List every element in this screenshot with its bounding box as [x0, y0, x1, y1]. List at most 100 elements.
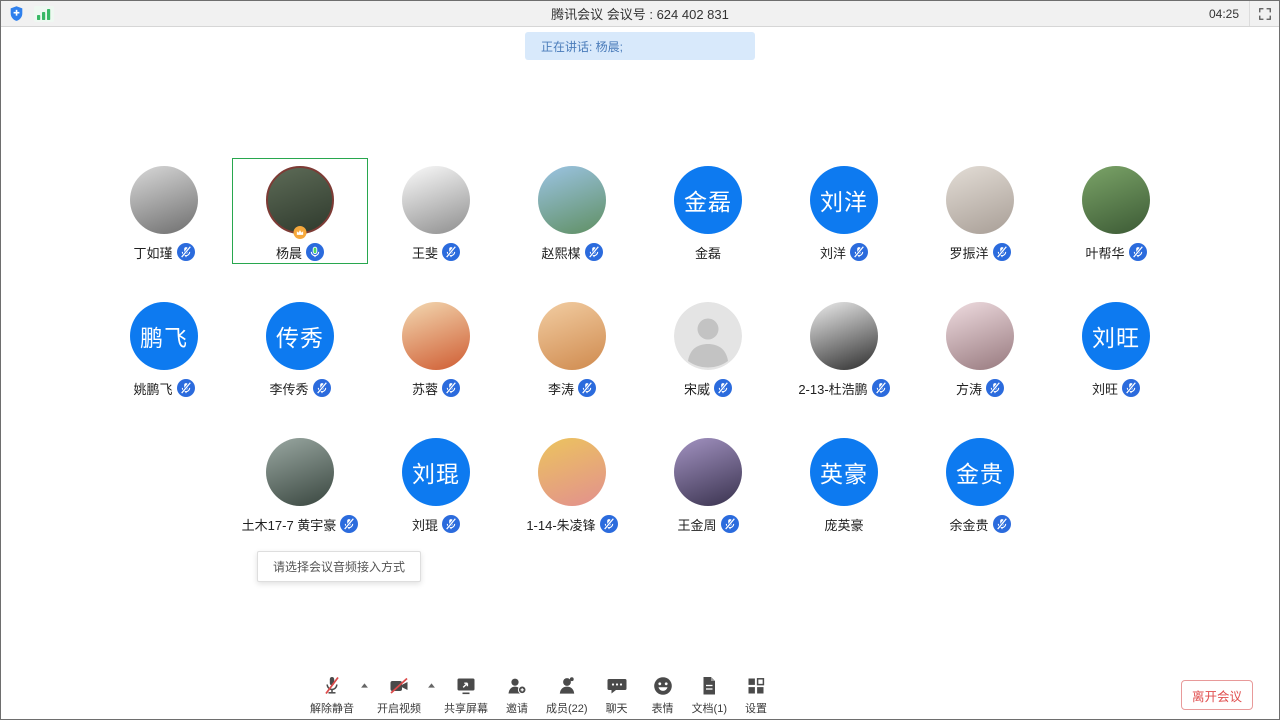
avatar: 金贵	[946, 438, 1014, 506]
toolbar-settings-button[interactable]: 设置	[733, 674, 779, 716]
participant-cell[interactable]: 王金周	[640, 430, 776, 536]
participant-label: 1-14-朱凌锋	[526, 514, 617, 534]
mic-muted-toolbar-icon	[320, 674, 344, 698]
participant-cell[interactable]: 方涛	[912, 294, 1048, 400]
mic-active-icon	[306, 243, 324, 261]
participant-row: 鹏飞姚鹏飞传秀李传秀苏蓉李涛宋威 2-13-杜浩鹏 方涛 刘旺刘旺	[1, 294, 1279, 400]
participant-cell[interactable]: 苏蓉	[368, 294, 504, 400]
shield-icon[interactable]	[9, 5, 24, 22]
participant-cell[interactable]: 1-14-朱凌锋	[504, 430, 640, 536]
participant-cell[interactable]: 刘旺刘旺	[1048, 294, 1184, 400]
avatar	[130, 166, 198, 234]
participant-cell[interactable]: 杨晨	[232, 158, 368, 264]
mic-muted-icon	[721, 515, 739, 533]
participant-label: 王斐	[412, 242, 460, 262]
participant-cell[interactable]: 赵熙楳	[504, 158, 640, 264]
toolbar-item-label: 开启视频	[377, 700, 421, 716]
dropdown-arrow-icon[interactable]	[360, 682, 369, 689]
avatar-image: 刘洋	[810, 166, 878, 234]
mic-muted-icon	[177, 243, 195, 261]
avatar-image: 鹏飞	[130, 302, 198, 370]
participant-name: 金磊	[695, 243, 721, 262]
participant-cell[interactable]: 传秀李传秀	[232, 294, 368, 400]
participant-cell[interactable]: 罗振洋	[912, 158, 1048, 264]
participant-cell[interactable]: 宋威	[640, 294, 776, 400]
participant-label: 2-13-杜浩鹏	[798, 378, 889, 398]
bottom-toolbar: 解除静音 开启视频 共享屏幕邀请成员(22) 聊天表情文档(1) 设置 离开会议	[1, 665, 1279, 719]
mic-muted-icon	[1122, 379, 1140, 397]
fullscreen-icon[interactable]	[1249, 1, 1279, 26]
participant-name: 刘旺	[1092, 379, 1118, 398]
participant-cell[interactable]: 金磊金磊	[640, 158, 776, 264]
avatar: 鹏飞	[130, 302, 198, 370]
toolbar-item-label: 设置	[745, 700, 767, 716]
avatar: 金磊	[674, 166, 742, 234]
mic-muted-icon	[585, 243, 603, 261]
participant-label: 王金周	[677, 514, 738, 534]
toolbar-items: 解除静音 开启视频 共享屏幕邀请成员(22) 聊天表情文档(1) 设置	[304, 674, 779, 716]
avatar-image	[946, 166, 1014, 234]
participant-cell[interactable]: 李涛	[504, 294, 640, 400]
participant-name: 1-14-朱凌锋	[526, 515, 595, 534]
toolbar-invite-button[interactable]: 邀请	[494, 674, 540, 716]
toolbar-chat-button[interactable]: 聊天	[594, 674, 640, 716]
host-crown-icon	[294, 226, 307, 239]
members-icon	[555, 674, 579, 698]
participant-label: 余金贵	[949, 514, 1010, 534]
participant-row: 丁如瑾杨晨王斐赵熙楳金磊金磊刘洋刘洋罗振洋叶帮华	[1, 158, 1279, 264]
avatar	[1082, 166, 1150, 234]
participant-name: 罗振洋	[949, 243, 988, 262]
participant-cell[interactable]: 叶帮华	[1048, 158, 1184, 264]
participant-name: 方涛	[956, 379, 982, 398]
participant-name: 余金贵	[949, 515, 988, 534]
avatar-image	[538, 166, 606, 234]
participant-cell[interactable]: 2-13-杜浩鹏	[776, 294, 912, 400]
toolbar-camera-off-button[interactable]: 开启视频	[371, 674, 427, 716]
avatar-image	[266, 438, 334, 506]
avatar-image	[946, 302, 1014, 370]
avatar	[266, 438, 334, 506]
participant-name: 赵熙楳	[541, 243, 580, 262]
participant-cell[interactable]: 刘琨刘琨	[368, 430, 504, 536]
meeting-duration: 04:25	[1199, 7, 1249, 21]
mic-muted-icon	[872, 379, 890, 397]
participant-cell[interactable]: 丁如瑾	[96, 158, 232, 264]
dropdown-arrow-icon[interactable]	[427, 682, 436, 689]
participant-cell[interactable]: 英豪庞英豪	[776, 430, 912, 536]
leave-meeting-button[interactable]: 离开会议	[1181, 680, 1253, 710]
toolbar-emoji-button[interactable]: 表情	[640, 674, 686, 716]
toolbar-item-label: 解除静音	[310, 700, 354, 716]
toolbar-item-label: 成员(22)	[546, 700, 588, 716]
avatar	[946, 302, 1014, 370]
avatar-image: 英豪	[810, 438, 878, 506]
titlebar: 腾讯会议 会议号 : 624 402 831 04:25	[1, 1, 1279, 27]
mic-muted-icon	[714, 379, 732, 397]
participant-cell[interactable]: 土木17-7 黄宇豪	[232, 430, 368, 536]
participant-label: 土木17-7 黄宇豪	[242, 514, 359, 534]
toolbar-document-button[interactable]: 文档(1)	[686, 674, 733, 716]
avatar-image: 金磊	[674, 166, 742, 234]
signal-strength-icon[interactable]	[34, 6, 54, 22]
participant-cell[interactable]: 金贵余金贵	[912, 430, 1048, 536]
participant-name: 刘琨	[412, 515, 438, 534]
participant-name: 刘洋	[820, 243, 846, 262]
participant-cell[interactable]: 刘洋刘洋	[776, 158, 912, 264]
chat-icon	[605, 674, 629, 698]
toolbar-mic-muted-toolbar-button[interactable]: 解除静音	[304, 674, 360, 716]
document-icon	[697, 674, 721, 698]
avatar	[810, 302, 878, 370]
participant-label: 杨晨	[276, 242, 324, 262]
default-avatar-icon	[674, 302, 742, 370]
avatar-image: 刘琨	[402, 438, 470, 506]
participant-cell[interactable]: 王斐	[368, 158, 504, 264]
mic-muted-icon	[600, 515, 618, 533]
participant-label: 叶帮华	[1085, 242, 1146, 262]
avatar: 刘琨	[402, 438, 470, 506]
avatar	[538, 302, 606, 370]
toolbar-screen-share-button[interactable]: 共享屏幕	[438, 674, 494, 716]
avatar	[946, 166, 1014, 234]
window-title: 腾讯会议 会议号 : 624 402 831	[551, 4, 729, 23]
participant-cell[interactable]: 鹏飞姚鹏飞	[96, 294, 232, 400]
toolbar-members-button[interactable]: 成员(22)	[540, 674, 594, 716]
participant-label: 丁如瑾	[133, 242, 194, 262]
